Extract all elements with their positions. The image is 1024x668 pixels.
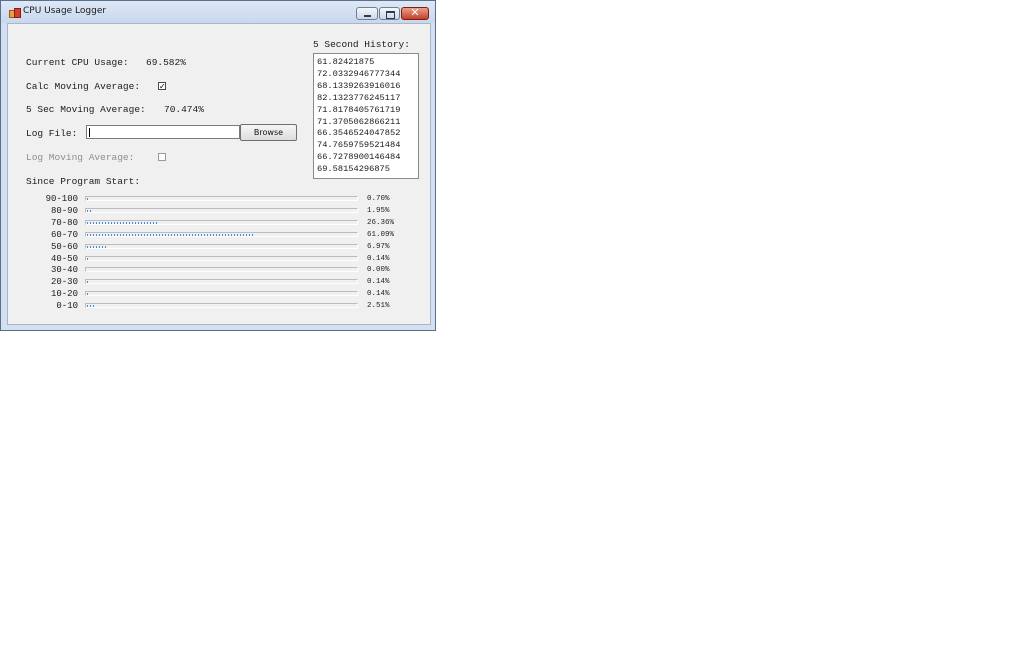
log-moving-average-label: Log Moving Average: — [26, 152, 135, 163]
client-area: Current CPU Usage: 69.582% Calc Moving A… — [7, 23, 431, 325]
histogram-percent-label: 0.00% — [367, 266, 390, 275]
app-window: CPU Usage Logger ✕ Current CPU Usage: 69… — [0, 0, 436, 331]
histogram-percent-label: 0.70% — [367, 195, 390, 203]
histogram-progress-bar — [85, 207, 358, 213]
histogram-range-label: 20-30 — [50, 277, 78, 288]
calc-moving-average-label: Calc Moving Average: — [26, 81, 141, 92]
histogram-row: 10-20 0.14% — [8, 289, 432, 301]
histogram-progress-fill — [87, 305, 94, 308]
histogram-progress-bar — [85, 196, 358, 201]
histogram-row: 0-10 2.51% — [8, 301, 432, 313]
app-icon[interactable] — [9, 8, 21, 18]
history-item[interactable]: 71.3705062866211 — [317, 117, 418, 129]
log-file-label: Log File: — [26, 128, 78, 139]
histogram-row: 20-30 0.14% — [8, 277, 432, 289]
history-item[interactable]: 61.82421875 — [317, 57, 418, 69]
browse-button[interactable]: Browse — [240, 124, 297, 141]
history-item[interactable]: 74.7659759521484 — [317, 140, 418, 152]
histogram-progress-bar — [85, 303, 358, 309]
histogram-progress-fill — [87, 281, 88, 284]
histogram-range-label: 40-50 — [50, 253, 78, 264]
histogram-percent-label: 2.51% — [367, 302, 390, 311]
histogram-percent-label: 1.95% — [367, 206, 390, 215]
history-title: 5 Second History: — [313, 39, 410, 50]
histogram-progress-fill — [87, 198, 89, 200]
histogram-progress-bar — [85, 267, 358, 273]
histogram-row: 70-80 26.36% — [8, 218, 432, 230]
history-item[interactable]: 69.58154296875 — [317, 164, 418, 176]
histogram-row: 90-100 0.70% — [8, 194, 432, 206]
histogram-range-label: 90-100 — [45, 194, 78, 204]
history-item[interactable]: 82.1323776245117 — [317, 93, 418, 105]
history-item[interactable]: 66.7278900146484 — [317, 152, 418, 164]
histogram-progress-fill — [87, 233, 253, 236]
current-cpu-value: 69.582% — [146, 57, 186, 68]
history-item[interactable]: 72.0332946777344 — [317, 69, 418, 81]
histogram-progress-bar — [85, 255, 358, 261]
calc-moving-average-checkbox[interactable]: ✓ — [158, 82, 166, 91]
histogram-range-label: 70-80 — [50, 217, 78, 228]
histogram-progress-bar — [85, 243, 358, 249]
histogram-row: 80-90 1.95% — [8, 206, 432, 218]
history-item[interactable]: 66.3546524047852 — [317, 128, 418, 140]
minimize-button[interactable] — [356, 7, 378, 20]
histogram-percent-label: 0.14% — [367, 290, 390, 299]
history-listbox[interactable]: 61.82421875 72.0332946777344 68.1339263916… — [313, 53, 419, 179]
histogram-percent-label: 26.36% — [367, 218, 395, 227]
moving-average-value: 70.474% — [164, 104, 204, 115]
histogram-percent-label: 0.14% — [367, 278, 390, 287]
maximize-button[interactable] — [379, 7, 400, 20]
histogram-range-label: 60-70 — [50, 229, 78, 240]
histogram-range-label: 50-60 — [50, 241, 78, 252]
histogram-progress-bar — [85, 291, 358, 297]
moving-average-label: 5 Sec Moving Average: — [26, 104, 146, 115]
histogram-row: 40-50 0.14% — [8, 254, 432, 266]
histogram-range-label: 80-90 — [50, 205, 78, 216]
current-cpu-label: Current CPU Usage: — [26, 57, 129, 68]
histogram-row: 60-70 61.09% — [8, 230, 432, 242]
histogram-progress-fill — [87, 245, 106, 248]
histogram-range-label: 10-20 — [50, 289, 78, 300]
histogram-progress-fill — [87, 209, 92, 212]
histogram-progress-bar — [85, 219, 358, 225]
histogram-row: 30-40 0.00% — [8, 265, 432, 277]
histogram-title: Since Program Start: — [26, 176, 141, 187]
histogram-range-label: 0-10 — [56, 301, 78, 312]
histogram-row: 50-60 6.97% — [8, 242, 432, 254]
history-item[interactable]: 68.1339263916016 — [317, 81, 418, 93]
histogram-range-label: 30-40 — [50, 265, 78, 276]
histogram-progress-fill — [87, 257, 88, 260]
histogram-progress-fill — [87, 293, 88, 296]
histogram-progress-bar — [85, 231, 358, 237]
log-moving-average-checkbox[interactable] — [158, 153, 166, 161]
histogram-percent-label: 61.09% — [367, 230, 395, 239]
history-item[interactable]: 71.8178405761719 — [317, 105, 418, 117]
close-button[interactable]: ✕ — [401, 6, 429, 20]
histogram-progress-bar — [85, 279, 358, 285]
text-caret — [89, 128, 90, 137]
close-icon: ✕ — [410, 6, 420, 19]
maximize-icon — [386, 11, 395, 19]
title-bar[interactable]: CPU Usage Logger ✕ — [1, 1, 435, 23]
log-file-input[interactable] — [86, 125, 240, 139]
minimize-icon — [364, 15, 371, 17]
histogram-percent-label: 0.14% — [367, 254, 390, 263]
histogram-progress-fill — [87, 221, 158, 224]
window-title: CPU Usage Logger — [23, 6, 107, 16]
histogram: 90-100 0.70% 80-90 1.95% 70-80 26.36% 60-70 61.… — [8, 194, 432, 314]
histogram-percent-label: 6.97% — [367, 242, 390, 251]
